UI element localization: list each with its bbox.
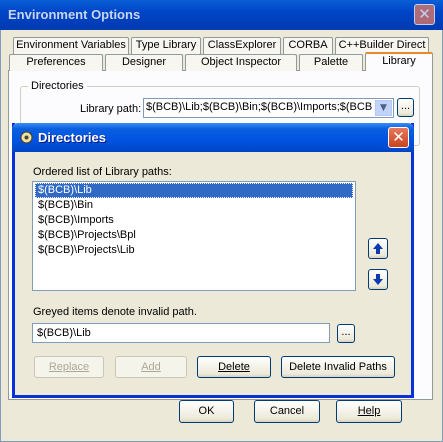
arrow-down-icon [373,274,383,285]
tab-designer[interactable]: Designer [105,54,183,71]
path-input[interactable] [32,323,330,343]
path-browse-button[interactable]: ... [337,324,355,343]
add-button[interactable]: Add [115,356,187,378]
delete-invalid-paths-button[interactable]: Delete Invalid Paths [281,356,395,378]
outer-window-title: Environment Options [8,7,141,22]
library-path-browse-button[interactable]: ... [397,98,414,117]
replace-button[interactable]: Replace [34,356,104,378]
tab-corba[interactable]: CORBA [283,37,333,54]
list-item[interactable]: $(BCB)\Lib [35,183,353,198]
list-item[interactable]: $(BCB)\Projects\Bpl [35,228,353,243]
tab-classexplorer[interactable]: ClassExplorer [203,37,281,54]
tab-environment-variables[interactable]: Environment Variables [13,37,129,54]
ok-button[interactable]: OK [179,400,234,423]
tab-preferences[interactable]: Preferences [9,54,103,71]
delete-button-label: Delete [218,361,250,373]
library-path-label: Library path: [80,103,142,115]
tab-library[interactable]: Library [365,52,433,71]
delete-button[interactable]: Delete [197,356,271,378]
dialog-title: Directories [38,130,106,145]
move-up-button[interactable] [368,238,388,259]
tab-type-library[interactable]: Type Library [131,37,201,54]
help-button-label: Help [357,405,381,417]
tab-palette[interactable]: Palette [299,54,363,71]
folder-gear-icon [19,130,34,145]
outer-close-button[interactable]: ✕ [414,4,435,25]
list-label: Ordered list of Library paths: [33,166,172,178]
arrow-up-icon [373,243,383,254]
invalid-path-note: Greyed items denote invalid path. [33,306,197,318]
cancel-button[interactable]: Cancel [254,400,320,423]
help-button[interactable]: Help [336,400,402,423]
add-button-label: Add [141,361,161,373]
list-item[interactable]: $(BCB)\Bin [35,198,353,213]
list-item[interactable]: $(BCB)\Imports [35,213,353,228]
tab-object-inspector[interactable]: Object Inspector [185,54,297,71]
library-path-value[interactable]: $(BCB)\Lib;$(BCB)\Bin;$(BCB)\Imports;$(B… [146,101,372,113]
replace-button-label: Replace [48,361,90,373]
move-down-button[interactable] [368,269,388,290]
directories-group-label: Directories [28,80,87,92]
list-item[interactable]: $(BCB)\Projects\Lib [35,243,353,258]
dialog-close-button[interactable]: ✕ [388,127,409,148]
chevron-down-icon[interactable]: ▼ [375,100,392,116]
